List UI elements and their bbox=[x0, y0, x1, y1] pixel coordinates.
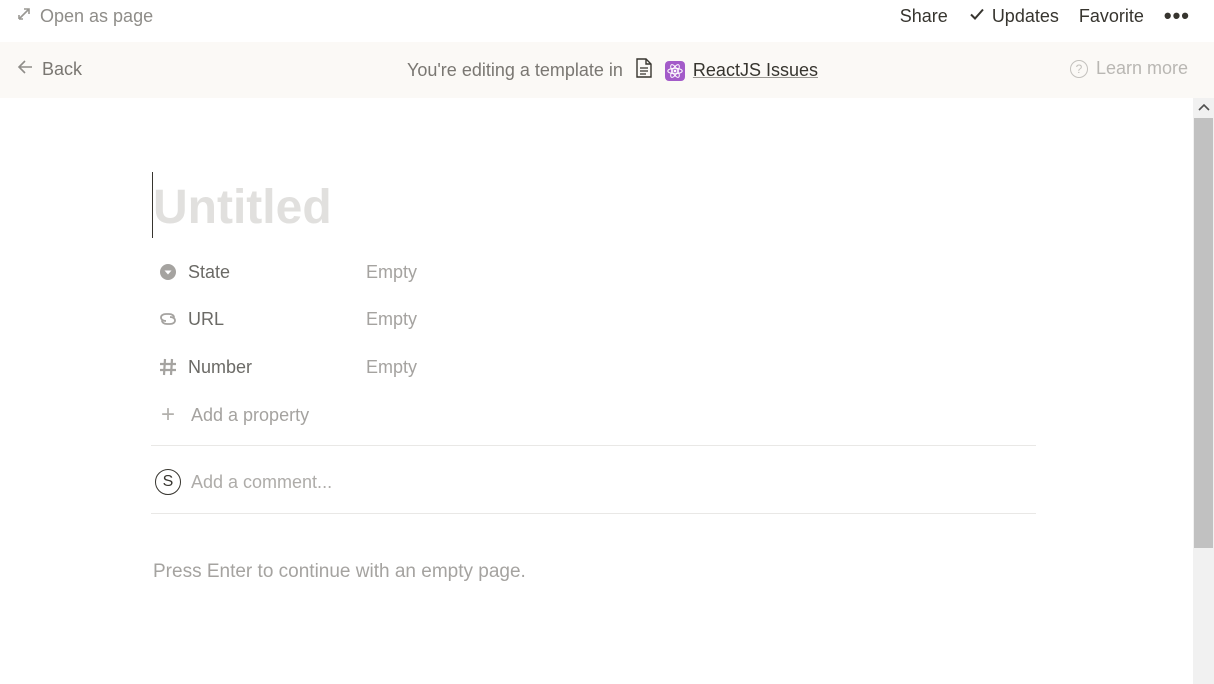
avatar: S bbox=[155, 469, 181, 495]
plus-icon: + bbox=[160, 401, 175, 428]
property-name: Number bbox=[188, 356, 253, 377]
expand-icon bbox=[16, 6, 32, 27]
property-value[interactable]: Empty bbox=[366, 262, 417, 283]
property-row-state[interactable]: State Empty bbox=[155, 255, 555, 289]
top-bar: Open as page Share Updates Favorite ••• bbox=[0, 0, 1214, 42]
add-property-label: Add a property bbox=[191, 404, 310, 425]
template-banner: Back You're editing a template in ReactJ… bbox=[0, 42, 1214, 98]
share-button[interactable]: Share bbox=[900, 6, 948, 27]
open-as-page-label: Open as page bbox=[40, 5, 154, 26]
help-icon: ? bbox=[1069, 59, 1088, 78]
share-label: Share bbox=[899, 5, 948, 26]
updates-label: Updates bbox=[991, 5, 1059, 26]
database-name: ReactJS Issues bbox=[692, 60, 818, 80]
learn-more-label: Learn more bbox=[1095, 58, 1188, 78]
open-as-page-button[interactable]: Open as page bbox=[16, 4, 153, 28]
property-row-url[interactable]: URL Empty bbox=[155, 302, 555, 336]
database-link[interactable]: ReactJS Issues bbox=[664, 60, 818, 81]
editing-template-text: You're editing a template in bbox=[407, 60, 623, 80]
arrow-left-icon bbox=[16, 58, 34, 81]
document-icon bbox=[635, 58, 653, 83]
learn-more-link[interactable]: ? Learn more bbox=[1069, 58, 1188, 79]
divider bbox=[151, 513, 1036, 514]
updates-button[interactable]: Updates bbox=[968, 5, 1059, 28]
back-label: Back bbox=[42, 59, 83, 79]
property-row-number[interactable]: Number Empty bbox=[155, 350, 555, 384]
vertical-scrollbar[interactable] bbox=[1193, 98, 1214, 684]
property-value[interactable]: Empty bbox=[366, 357, 417, 378]
favorite-button[interactable]: Favorite bbox=[1079, 6, 1144, 27]
back-button[interactable]: Back bbox=[16, 58, 82, 81]
property-value[interactable]: Empty bbox=[366, 309, 417, 330]
more-options-button[interactable]: ••• bbox=[1164, 5, 1190, 27]
page-title-input[interactable]: Untitled bbox=[153, 178, 332, 238]
scrollbar-thumb[interactable] bbox=[1194, 118, 1213, 548]
property-name: URL bbox=[188, 308, 225, 329]
divider bbox=[151, 445, 1036, 446]
empty-page-hint: Press Enter to continue with an empty pa… bbox=[153, 561, 526, 582]
hash-icon bbox=[155, 354, 181, 380]
link-icon bbox=[155, 306, 181, 332]
comment-bar: S bbox=[155, 466, 791, 498]
react-atom-icon bbox=[664, 60, 685, 81]
favorite-label: Favorite bbox=[1078, 5, 1144, 26]
property-name: State bbox=[188, 261, 231, 282]
checkmark-icon bbox=[968, 5, 986, 28]
select-icon bbox=[155, 259, 181, 285]
add-property-button[interactable]: + Add a property bbox=[155, 398, 309, 432]
scroll-up-arrow-icon[interactable] bbox=[1193, 98, 1214, 116]
comment-input[interactable] bbox=[191, 471, 791, 493]
